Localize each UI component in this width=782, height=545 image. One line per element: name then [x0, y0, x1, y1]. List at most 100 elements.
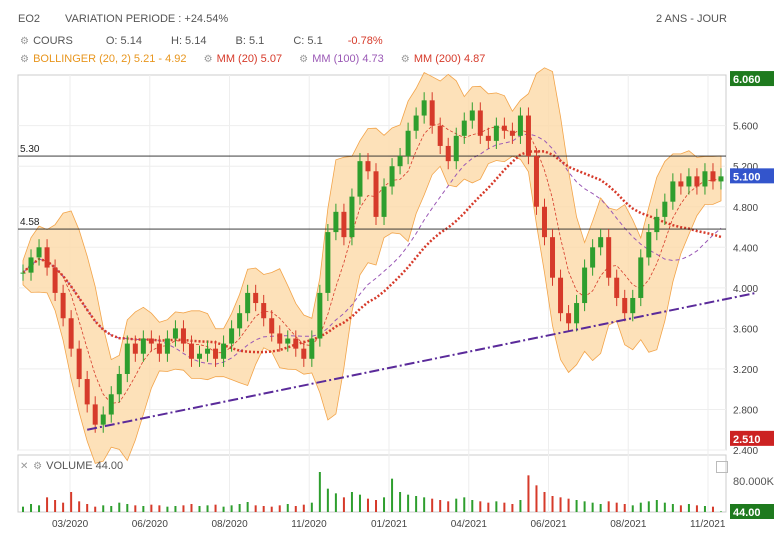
volume-last-badge: 44.00 — [733, 507, 761, 519]
candle-body — [429, 100, 435, 126]
volume-bar — [423, 497, 426, 512]
volume-bar — [334, 493, 337, 512]
volume-bar — [663, 502, 666, 512]
candle-body — [293, 338, 299, 349]
candle-body — [469, 110, 475, 121]
candle-body — [205, 348, 211, 354]
candle-body — [670, 181, 676, 202]
volume-bar — [583, 501, 586, 512]
volume-bar — [399, 492, 402, 512]
volume-bar — [591, 502, 594, 512]
volume-bar — [471, 500, 474, 512]
max-price-badge: 6.060 — [733, 74, 761, 86]
y-tick-label: 3.200 — [733, 365, 758, 376]
candle-body — [172, 328, 178, 339]
y-tick-label: 2.800 — [733, 405, 758, 416]
volume-bar — [383, 497, 386, 512]
candle-body — [710, 171, 716, 182]
volume-bar — [415, 496, 418, 512]
candle-body — [493, 125, 499, 141]
candle-body — [517, 115, 523, 136]
candle-body — [44, 247, 50, 268]
candle-body — [156, 343, 162, 354]
candle-body — [646, 232, 652, 258]
y-tick-label: 4.400 — [733, 243, 758, 254]
volume-bar — [487, 502, 490, 512]
candle-body — [341, 211, 347, 238]
volume-bar — [543, 492, 546, 512]
candle-body — [437, 125, 443, 146]
close-icon[interactable]: ✕ — [20, 461, 30, 472]
candle-body — [702, 171, 708, 187]
volume-bar — [318, 472, 321, 512]
volume-bar — [527, 475, 530, 512]
volume-bar — [22, 506, 24, 512]
candle-body — [686, 176, 692, 187]
volume-bar — [78, 501, 81, 512]
min-price-badge: 2.510 — [733, 434, 761, 446]
volume-bar — [375, 500, 378, 512]
candle-body — [325, 232, 331, 293]
volume-bar — [166, 506, 169, 512]
candle-body — [253, 292, 259, 304]
candle-body — [453, 135, 459, 162]
candle-body — [566, 313, 572, 324]
y-tick-label: 4.800 — [733, 203, 758, 214]
candle-body — [365, 161, 371, 172]
last-price-badge: 5.100 — [733, 171, 761, 183]
candle-body — [622, 297, 628, 314]
volume-bar — [631, 505, 634, 512]
candle-body — [485, 135, 491, 141]
volume-toggle-checkbox[interactable] — [716, 461, 728, 473]
candle-body — [501, 125, 507, 131]
x-tick-label: 06/2020 — [132, 519, 169, 530]
volume-bar — [198, 506, 201, 512]
volume-bar — [70, 492, 73, 512]
volume-bar — [142, 506, 145, 512]
volume-bar — [495, 501, 498, 512]
candle-body — [140, 338, 146, 354]
volume-bar — [439, 500, 442, 512]
volume-bar — [230, 505, 233, 512]
volume-bar — [62, 502, 65, 512]
candle-body — [606, 237, 612, 278]
candle-body — [509, 130, 515, 136]
volume-bar — [687, 504, 690, 512]
candle-body — [461, 120, 467, 136]
candle-body — [132, 343, 138, 354]
candle-body — [20, 272, 26, 274]
candle-body — [349, 196, 355, 238]
candle-body — [598, 237, 604, 248]
volume-scale-label: 80.000K — [733, 476, 774, 488]
candle-body — [694, 176, 700, 187]
volume-bar — [623, 504, 626, 512]
candle-body — [108, 394, 114, 415]
volume-bar — [30, 504, 33, 512]
candle-body — [614, 277, 620, 298]
support-level-label: 4.58 — [20, 217, 40, 228]
candle-body — [180, 328, 186, 344]
volume-bar — [559, 497, 562, 512]
volume-bar — [206, 505, 209, 512]
candle-body — [229, 328, 235, 344]
volume-bar — [246, 502, 249, 512]
volume-bar — [302, 504, 305, 512]
x-tick-label: 03/2020 — [52, 519, 89, 530]
candle-body — [582, 267, 588, 304]
volume-bar — [447, 501, 450, 512]
volume-legend: ✕ ⚙ VOLUME 44.00 — [20, 460, 123, 472]
volume-bar — [647, 501, 650, 512]
candle-body — [413, 115, 419, 131]
candle-body — [550, 237, 556, 278]
volume-bar — [238, 504, 241, 512]
volume-bar — [110, 506, 113, 512]
volume-bar — [126, 504, 129, 512]
candle-body — [76, 348, 82, 380]
bollinger-band — [22, 67, 722, 464]
gear-icon[interactable]: ⚙ — [33, 461, 43, 472]
candle-body — [124, 343, 130, 374]
x-tick-label: 04/2021 — [451, 519, 488, 530]
candle-body — [317, 292, 323, 339]
candle-body — [221, 343, 227, 359]
candle-body — [197, 353, 203, 359]
